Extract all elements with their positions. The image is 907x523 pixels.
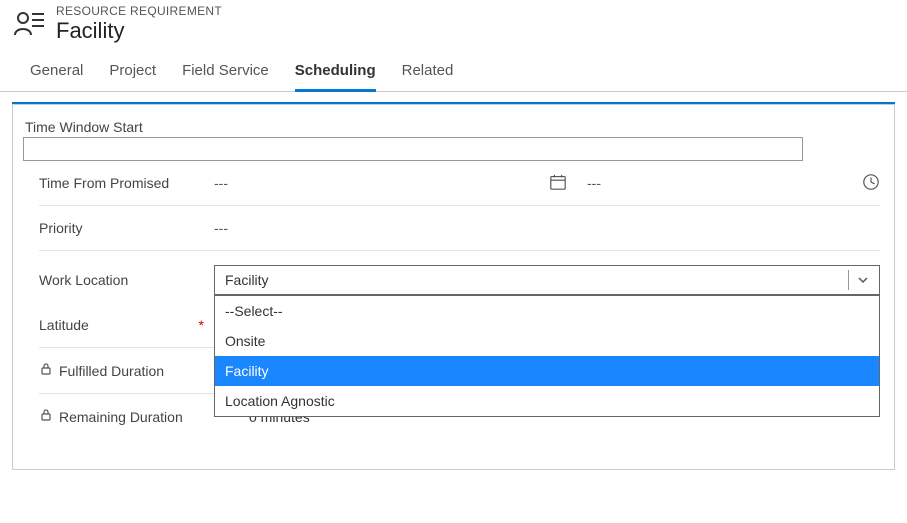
chevron-down-icon[interactable] [848, 270, 869, 290]
page-header: RESOURCE REQUIREMENT Facility [0, 0, 907, 52]
work-location-label: Work Location [39, 272, 214, 288]
lock-icon [39, 362, 53, 379]
time-window-start-input[interactable] [23, 137, 803, 161]
time-from-promised-row: Time From Promised --- --- [39, 161, 880, 206]
option-location-agnostic[interactable]: Location Agnostic [215, 386, 879, 416]
remaining-duration-label: Remaining Duration [39, 408, 183, 425]
latitude-label: Latitude * [39, 317, 214, 333]
time-window-start-label: Time Window Start [23, 119, 884, 135]
option-select[interactable]: --Select-- [215, 296, 879, 326]
fulfilled-duration-label: Fulfilled Duration [39, 362, 164, 379]
option-onsite[interactable]: Onsite [215, 326, 879, 356]
tab-related[interactable]: Related [402, 52, 454, 91]
work-location-selected-value: Facility [225, 272, 269, 288]
tab-project[interactable]: Project [109, 52, 156, 91]
clock-icon[interactable] [862, 178, 880, 194]
option-facility[interactable]: Facility [215, 356, 879, 386]
form-panel: Time Window Start Time From Promised --- [12, 104, 895, 470]
lock-icon [39, 408, 53, 425]
priority-label: Priority [39, 220, 214, 236]
tab-general[interactable]: General [30, 52, 83, 91]
required-indicator: * [199, 317, 214, 333]
work-location-display[interactable]: Facility [214, 265, 880, 295]
tabs: General Project Field Service Scheduling… [0, 52, 907, 92]
calendar-icon[interactable] [549, 173, 567, 194]
time-from-promised-date[interactable]: --- [587, 175, 601, 191]
time-from-promised-label: Time From Promised [39, 175, 214, 191]
time-from-promised-value[interactable]: --- [214, 175, 228, 191]
priority-value[interactable]: --- [214, 220, 228, 236]
page-title: Facility [56, 18, 222, 44]
tab-scheduling[interactable]: Scheduling [295, 52, 376, 92]
time-window-start-field: Time Window Start [23, 119, 884, 161]
work-location-select[interactable]: Facility --Select-- Onsite Facility Loca… [214, 265, 880, 295]
priority-row: Priority --- [39, 206, 880, 251]
header-subtitle: RESOURCE REQUIREMENT [56, 4, 222, 18]
work-location-dropdown: --Select-- Onsite Facility Location Agno… [214, 295, 880, 417]
tab-field-service[interactable]: Field Service [182, 52, 269, 91]
resource-icon [14, 8, 46, 40]
work-location-row: Work Location Facility --Select-- Onsite… [39, 251, 880, 303]
